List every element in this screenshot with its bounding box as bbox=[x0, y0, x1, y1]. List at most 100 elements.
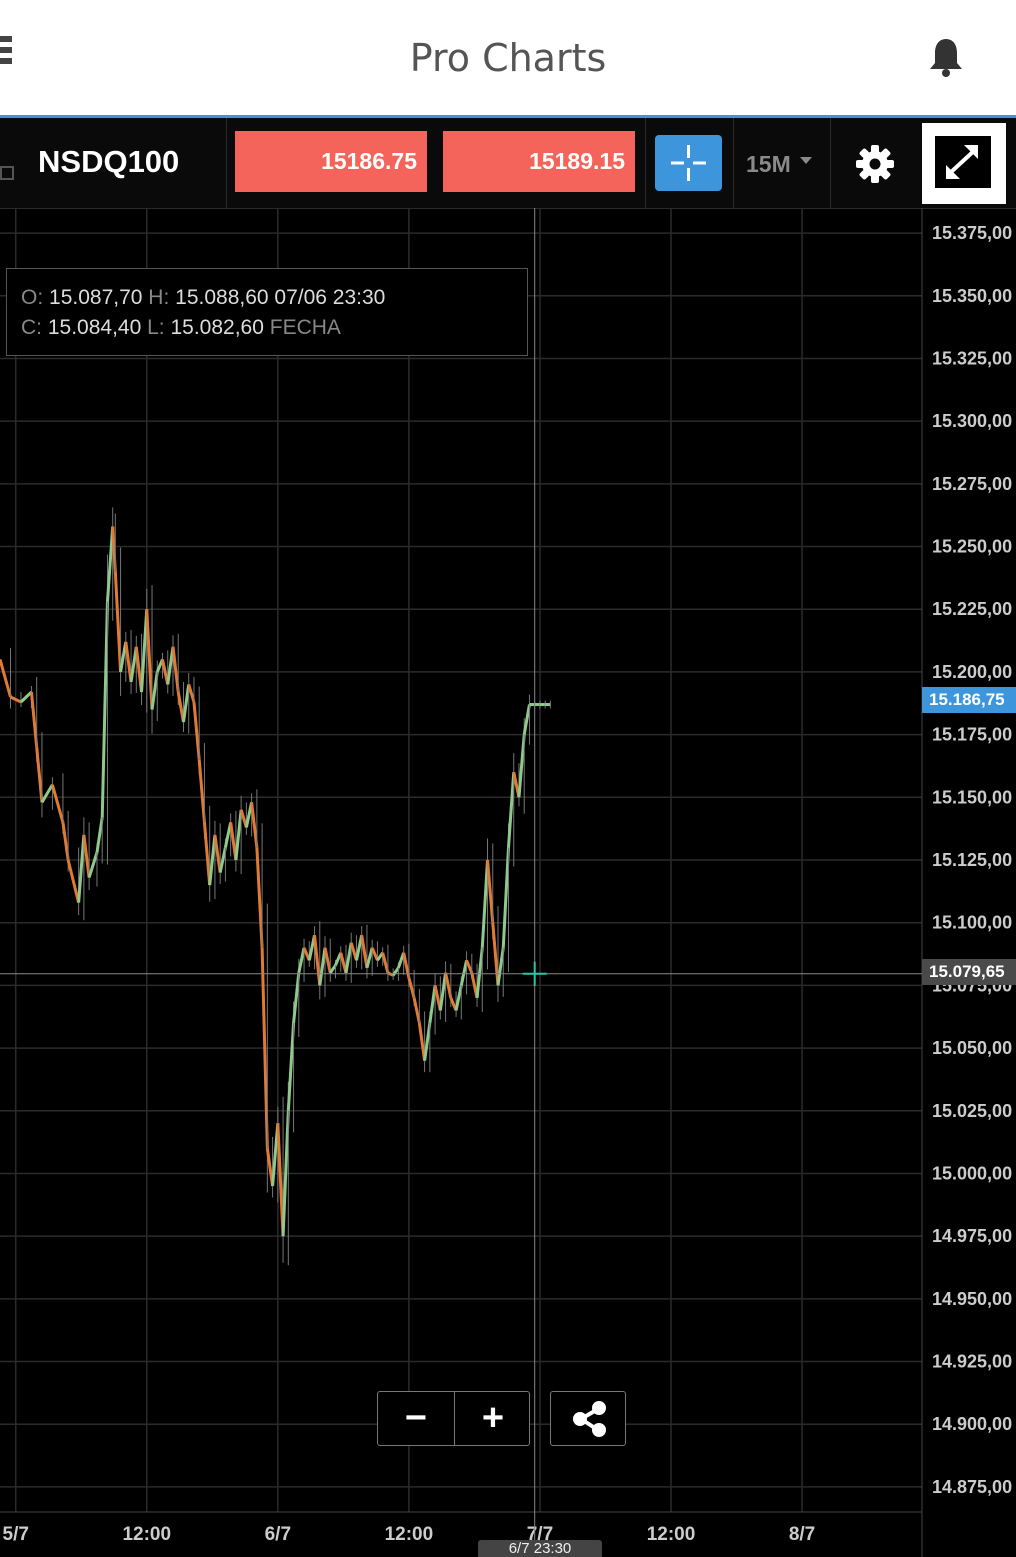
y-tick-label: 14.875,00 bbox=[932, 1477, 1012, 1497]
price-segment bbox=[297, 947, 306, 974]
price-segment bbox=[292, 972, 301, 1024]
y-tick-label: 15.350,00 bbox=[932, 286, 1012, 306]
price-segment bbox=[100, 601, 109, 818]
x-tick-label: 5/7 bbox=[3, 1524, 29, 1545]
price-segment bbox=[77, 834, 86, 903]
y-tick-label: 15.125,00 bbox=[932, 850, 1012, 870]
low-value: 15.082,60 bbox=[170, 316, 264, 339]
x-tick-label: 6/7 bbox=[265, 1524, 291, 1545]
price-segment bbox=[329, 964, 337, 974]
cursor-time-tag: 6/7 23:30 bbox=[478, 1540, 602, 1557]
price-segment bbox=[417, 1022, 427, 1061]
price-segment bbox=[187, 684, 196, 703]
datetime-value: 07/06 23:30 bbox=[274, 286, 386, 309]
cursor-price-tag: 15.079,65 bbox=[922, 959, 1016, 985]
x-tick-label: 12:00 bbox=[122, 1524, 171, 1545]
share-icon bbox=[573, 1401, 606, 1437]
price-segment bbox=[250, 802, 259, 848]
price-segment bbox=[486, 859, 495, 923]
price-segment bbox=[344, 942, 353, 974]
price-segment bbox=[35, 747, 44, 803]
price-segment bbox=[113, 571, 123, 673]
price-segment bbox=[82, 834, 91, 878]
x-tick-label: 12:00 bbox=[385, 1524, 434, 1545]
price-segment bbox=[506, 772, 516, 848]
price-segment bbox=[181, 684, 191, 723]
close-label: C: bbox=[21, 316, 42, 339]
low-label: L: bbox=[147, 316, 165, 339]
price-segment bbox=[213, 834, 222, 873]
high-value: 15.088,60 bbox=[175, 286, 269, 309]
price-segment bbox=[234, 809, 243, 861]
price-segment bbox=[145, 609, 154, 710]
price-segment bbox=[50, 784, 65, 823]
price-segment bbox=[365, 947, 374, 969]
y-tick-label: 15.050,00 bbox=[932, 1038, 1012, 1058]
price-segment bbox=[480, 859, 490, 948]
y-tick-label: 15.150,00 bbox=[932, 787, 1012, 807]
price-segment bbox=[475, 947, 484, 999]
ohlc-info-panel: O: 15.087,70 H: 15.088,60 07/06 23:30 C:… bbox=[6, 268, 528, 356]
price-segment bbox=[87, 852, 99, 879]
price-segment bbox=[370, 947, 379, 961]
price-segment bbox=[496, 947, 505, 986]
price-segment bbox=[360, 934, 369, 969]
open-value: 15.087,70 bbox=[49, 286, 143, 309]
price-segment bbox=[192, 701, 201, 760]
price-segment bbox=[323, 947, 332, 974]
price-segment bbox=[40, 784, 54, 804]
high-label: H: bbox=[148, 286, 170, 309]
y-tick-label: 15.325,00 bbox=[932, 348, 1012, 368]
price-segment bbox=[313, 935, 322, 986]
price-segment bbox=[95, 817, 104, 853]
price-segment bbox=[202, 822, 212, 886]
price-segment bbox=[465, 959, 474, 974]
zoom-in-button[interactable]: + bbox=[455, 1392, 531, 1445]
price-segment bbox=[66, 859, 81, 903]
price-segment bbox=[454, 985, 463, 1011]
y-tick-label: 14.900,00 bbox=[932, 1414, 1012, 1434]
price-segment bbox=[197, 759, 206, 823]
y-tick-label: 15.225,00 bbox=[932, 599, 1012, 619]
price-segment bbox=[501, 847, 510, 948]
y-tick-label: 15.100,00 bbox=[932, 913, 1012, 933]
current-price-tag: 15.186,75 bbox=[922, 687, 1016, 713]
y-tick-label: 15.300,00 bbox=[932, 411, 1012, 431]
price-segment bbox=[150, 671, 159, 710]
y-tick-label: 14.950,00 bbox=[932, 1289, 1012, 1309]
close-value: 15.084,40 bbox=[47, 316, 142, 339]
y-tick-label: 15.200,00 bbox=[932, 662, 1012, 682]
y-tick-label: 15.175,00 bbox=[932, 725, 1012, 745]
price-chart[interactable]: 15.375,00 15.350,00 15.325,00 15.300,00 15.2… bbox=[0, 0, 1016, 1557]
price-segment bbox=[171, 646, 180, 693]
share-button[interactable] bbox=[550, 1391, 626, 1446]
y-tick-label: 15.250,00 bbox=[932, 537, 1012, 557]
price-segment bbox=[423, 1022, 432, 1061]
date-label: FECHA bbox=[269, 316, 341, 339]
price-segment bbox=[491, 922, 500, 986]
price-segment bbox=[318, 947, 327, 986]
price-segment bbox=[517, 734, 526, 798]
y-tick-label: 15.275,00 bbox=[932, 474, 1012, 494]
x-tick-label: 12:00 bbox=[647, 1524, 696, 1545]
price-segment bbox=[19, 690, 33, 704]
y-tick-label: 14.975,00 bbox=[932, 1226, 1012, 1246]
open-label: O: bbox=[21, 286, 44, 309]
price-segment bbox=[61, 822, 70, 861]
price-segment bbox=[381, 952, 390, 974]
price-segment bbox=[29, 691, 39, 748]
zoom-out-button[interactable]: − bbox=[378, 1392, 455, 1445]
x-tick-label: 8/7 bbox=[789, 1524, 815, 1545]
y-tick-label: 15.000,00 bbox=[932, 1163, 1012, 1183]
price-segment bbox=[124, 641, 133, 683]
price-segment bbox=[0, 658, 12, 698]
price-segment bbox=[428, 985, 437, 1024]
y-tick-label: 14.925,00 bbox=[932, 1352, 1012, 1372]
price-segment bbox=[412, 997, 421, 1024]
zoom-controls: − + bbox=[377, 1391, 530, 1446]
price-segment bbox=[438, 972, 448, 1011]
y-tick-label: 15.025,00 bbox=[932, 1101, 1012, 1121]
price-segment bbox=[459, 960, 469, 986]
price-segment bbox=[522, 704, 531, 735]
y-tick-label: 15.375,00 bbox=[932, 223, 1012, 243]
